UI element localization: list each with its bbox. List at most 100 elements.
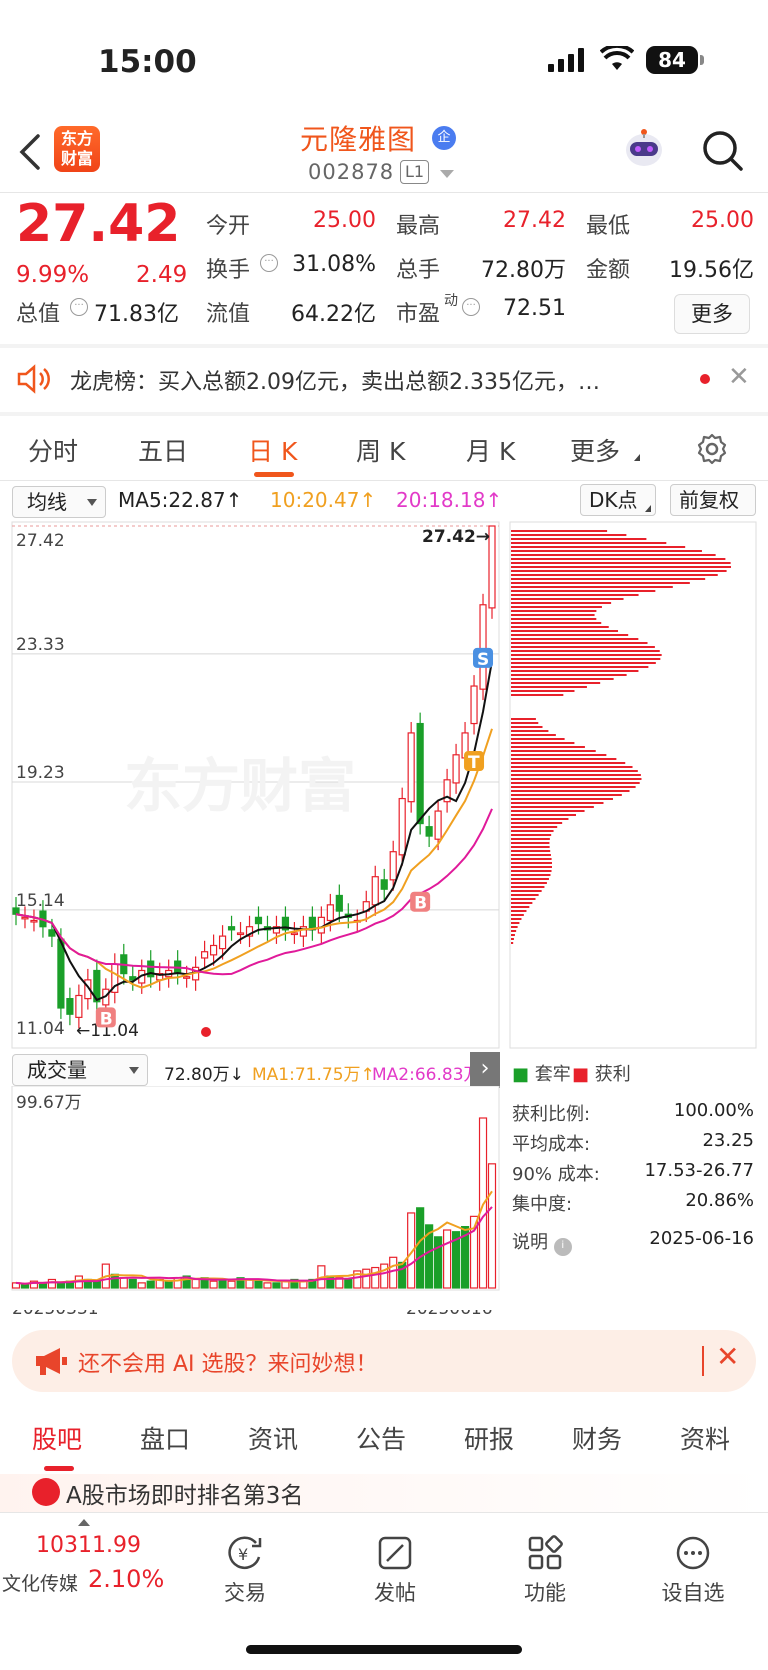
chip-note-label: 说明 [512, 1232, 548, 1253]
nav-add-watchlist[interactable]: 设自选 [638, 1523, 748, 1607]
tab-announcements[interactable]: 公告 [356, 1420, 406, 1456]
tab-finance[interactable]: 财务 [572, 1420, 622, 1456]
tab-more[interactable]: 更多 [570, 432, 620, 468]
chip-bar [511, 906, 530, 908]
candle-body [470, 685, 478, 725]
chip-bar [511, 758, 617, 760]
volume-value: 72.80万↓ [164, 1065, 244, 1085]
indicator-select-label: 均线 [27, 490, 67, 514]
sector-change-pct[interactable]: 2.10% [88, 1565, 164, 1593]
ad-text[interactable]: 还不会用 AI 选股？来问妙想！ [78, 1346, 378, 1378]
dk-point-button[interactable]: DK点 [580, 484, 656, 516]
chip-row-value: 17.53-26.77 [644, 1160, 754, 1181]
chip-bar [511, 814, 576, 816]
notice-text[interactable]: 龙虎榜：买入总额2.09亿元，卖出总额2.335亿元，… [70, 364, 670, 396]
field-value: 19.56亿 [669, 258, 754, 283]
candle-body [371, 876, 379, 906]
chevron-down-icon[interactable] [440, 170, 454, 178]
chip-bar [511, 770, 638, 772]
more-dots-icon [676, 1536, 710, 1570]
candlestick-chart[interactable]: 东方财富 27.4223.3319.2315.1411.0427.42→←11.… [0, 518, 768, 1052]
chip-bar [511, 894, 539, 896]
candle-body [425, 826, 433, 837]
y-tick-label: 19.23 [16, 763, 65, 783]
content-tabs: 股吧 盘口 资讯 公告 研报 财务 资料 [0, 1420, 768, 1474]
chip-bar [511, 590, 656, 592]
candle-body [407, 732, 415, 803]
tab-weekly-k[interactable]: 周 K [356, 432, 405, 468]
candle-body [48, 929, 56, 937]
chip-bar [511, 746, 585, 748]
volume-select-label: 成交量 [27, 1058, 87, 1082]
chip-bar [511, 726, 543, 728]
close-icon[interactable]: ✕ [728, 362, 750, 392]
tab-research[interactable]: 研报 [464, 1420, 514, 1456]
chevron-right-icon[interactable]: › [470, 1052, 500, 1088]
chip-bar [511, 578, 706, 580]
nav-post[interactable]: 发帖 [340, 1523, 450, 1607]
rank-text[interactable]: A股市场即时排名第3名 [66, 1476, 303, 1510]
chip-bar [511, 798, 613, 800]
notice-bar[interactable]: 龙虎榜：买入总额2.09亿元，卖出总额2.335亿元，… ✕ [0, 346, 768, 412]
chip-bar [511, 558, 726, 560]
close-icon[interactable]: ✕ [716, 1340, 739, 1373]
chip-bar [511, 530, 608, 532]
status-bar: 15:00 84 [0, 0, 768, 110]
field-value: 72.51 [503, 296, 566, 321]
sector-name[interactable]: 文化传媒 [2, 1569, 78, 1596]
legend-trapped: ■ 套牢 [512, 1064, 571, 1085]
back-icon[interactable] [16, 132, 46, 172]
info-icon[interactable]: ··· [462, 298, 480, 316]
y-tick-label: 11.04 [16, 1019, 65, 1039]
chip-bar [511, 670, 639, 672]
ad-divider [702, 1346, 704, 1376]
search-icon[interactable] [702, 130, 744, 172]
y-tick-label: 23.33 [16, 635, 65, 655]
tab-intraday[interactable]: 分时 [28, 432, 78, 468]
app-logo: 东方 财富 [54, 126, 100, 172]
candle-body [398, 797, 406, 856]
tab-forum[interactable]: 股吧 [32, 1420, 82, 1456]
signal-marker-label: B [100, 1009, 113, 1029]
level-badge[interactable]: L1 [400, 160, 430, 184]
chart-tabs: 分时 五日 日 K 周 K 月 K 更多 [0, 416, 768, 480]
info-icon[interactable]: ··· [70, 298, 88, 316]
gear-icon[interactable] [695, 432, 729, 466]
chip-bar [511, 846, 550, 848]
more-button[interactable]: 更多 [674, 294, 750, 334]
volume-indicator-select[interactable]: 成交量 [12, 1054, 148, 1086]
tab-news[interactable]: 资讯 [248, 1420, 298, 1456]
rank-banner[interactable]: A股市场即时排名第3名 [0, 1474, 768, 1514]
chip-bar [511, 598, 624, 600]
stock-name: 元隆雅图 [300, 123, 417, 156]
volume-ma1: MA1:71.75万↑ [252, 1065, 375, 1085]
status-time: 15:00 [98, 44, 197, 80]
candle-body [21, 916, 29, 920]
chip-bar [511, 646, 655, 648]
sector-index-value[interactable]: 10311.99 [36, 1533, 141, 1558]
chip-bar [511, 890, 542, 892]
chip-note[interactable]: 说明 i [512, 1228, 572, 1256]
indicator-select[interactable]: 均线 [12, 486, 106, 518]
volume-bar [380, 1263, 389, 1289]
adjust-button[interactable]: 前复权 [670, 484, 756, 516]
tab-order-book[interactable]: 盘口 [140, 1420, 190, 1456]
field-label: 换手 [206, 258, 251, 283]
tab-profile[interactable]: 资料 [680, 1420, 730, 1456]
tab-daily-k[interactable]: 日 K [248, 432, 297, 468]
chip-bar [511, 586, 673, 588]
tab-monthly-k[interactable]: 月 K [466, 432, 515, 468]
volume-bar [398, 1261, 407, 1289]
ai-assistant-icon[interactable] [620, 124, 668, 172]
nav-functions[interactable]: 功能 [490, 1523, 600, 1607]
chip-bar [511, 610, 597, 612]
volume-bar [20, 1283, 30, 1289]
nav-trade[interactable]: ¥ 交易 [190, 1523, 300, 1607]
chip-bar [511, 762, 626, 764]
candle-body [236, 932, 245, 936]
tab-five-day[interactable]: 五日 [138, 432, 188, 468]
ai-ad-banner[interactable]: 还不会用 AI 选股？来问妙想！ ✕ [12, 1330, 756, 1392]
info-icon[interactable]: i [553, 1238, 572, 1256]
chip-bar [511, 602, 612, 604]
wifi-icon [600, 46, 634, 70]
